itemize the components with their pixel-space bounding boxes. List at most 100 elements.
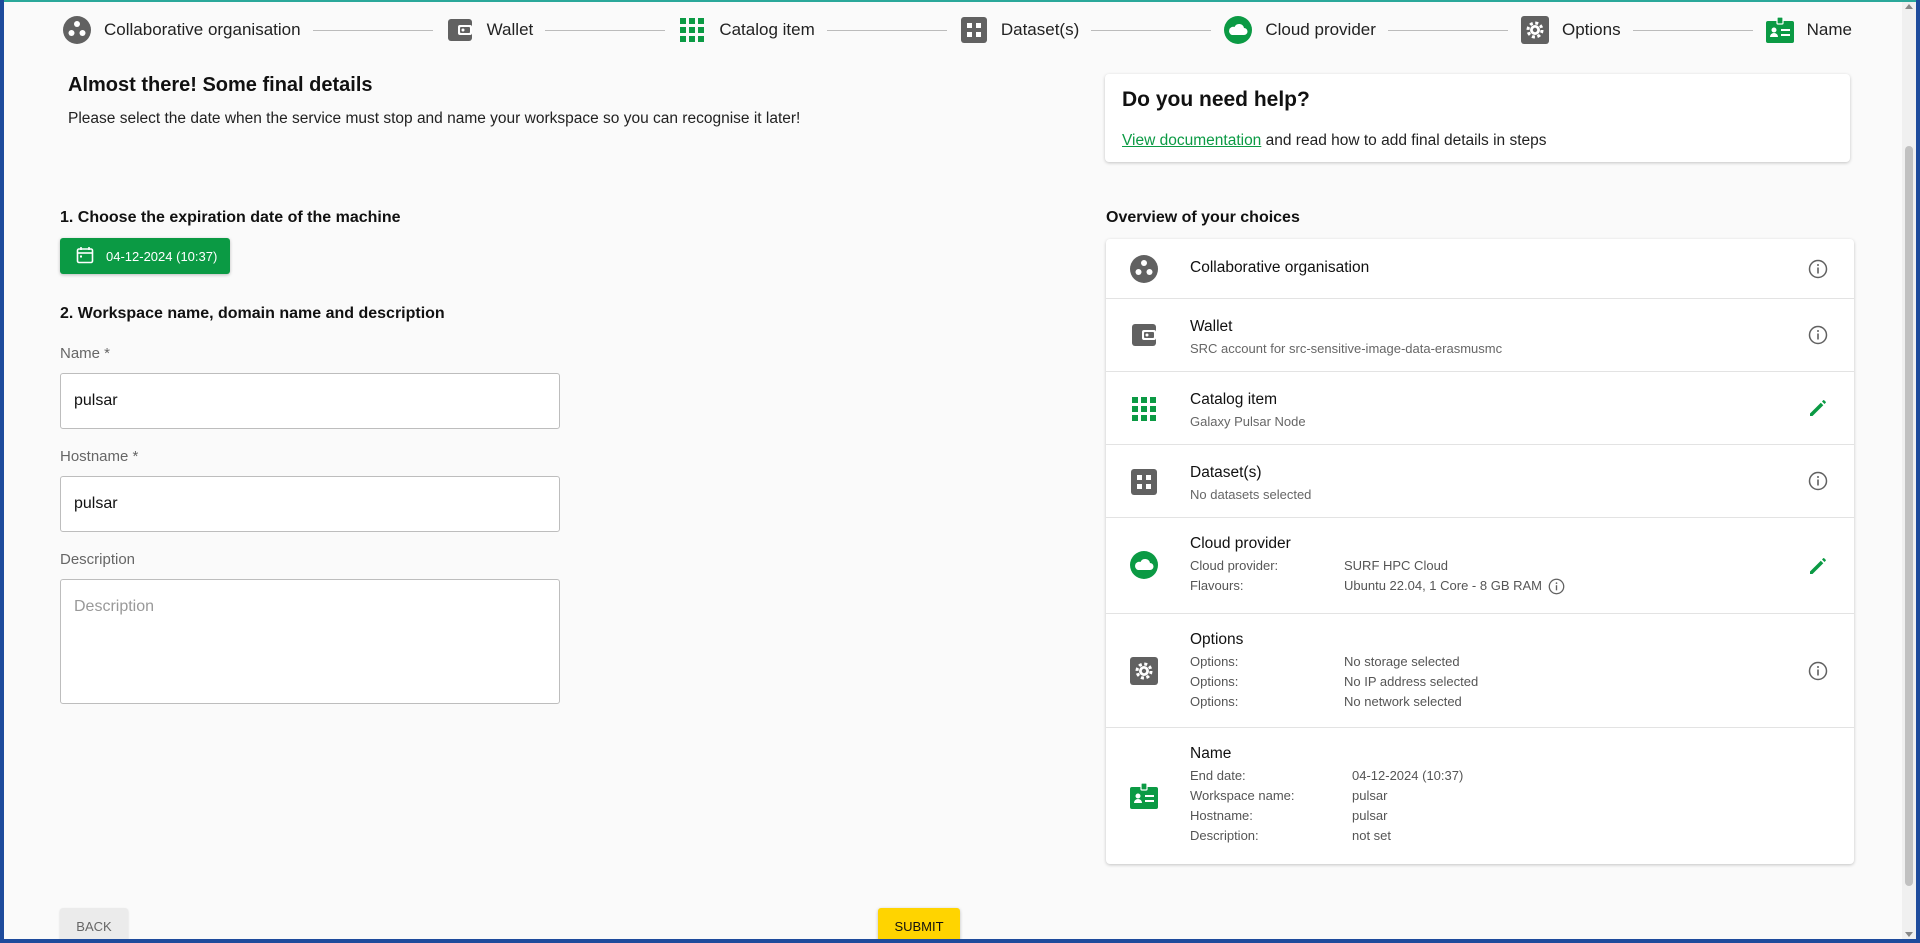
overview-wallet-value: SRC account for src-sensitive-image-data… <box>1190 341 1503 356</box>
edit-pencil-icon[interactable] <box>1806 396 1830 420</box>
info-icon[interactable] <box>1806 469 1830 493</box>
wallet-icon <box>445 15 475 45</box>
overview-collab-name: Collaborative organisation <box>1190 259 1370 276</box>
expiration-section-title: 1. Choose the expiration date of the mac… <box>60 209 401 226</box>
options-key: Options: <box>1190 654 1239 669</box>
step-catalog-item[interactable]: Catalog item <box>677 15 815 45</box>
step-connector <box>1387 29 1508 31</box>
overview-row-wallet: Wallet SRC account for src-sensitive-ima… <box>1106 299 1854 372</box>
hostname-input[interactable] <box>60 476 560 532</box>
end-date-row: End date: 04-12-2024 (10:37) <box>1190 766 1463 786</box>
overview-datasets-value: No datasets selected <box>1190 487 1312 502</box>
app-frame: Collaborative organisation Wallet Catalo… <box>4 0 1916 939</box>
step-connector <box>312 29 433 31</box>
apps-grid-icon <box>677 15 707 45</box>
step-label: Options <box>1561 20 1621 39</box>
overview-row-datasets: Dataset(s) No datasets selected <box>1106 445 1854 518</box>
workspace-name-key: Workspace name: <box>1190 788 1295 803</box>
end-date-key: End date: <box>1190 768 1246 783</box>
info-icon[interactable] <box>1806 323 1830 347</box>
cloud-icon <box>1223 15 1253 45</box>
overview-title: Overview of your choices <box>1106 209 1300 226</box>
end-date-value: 04-12-2024 (10:37) <box>1352 768 1464 783</box>
step-datasets[interactable]: Dataset(s) <box>959 15 1079 45</box>
options-row: Options: No network selected <box>1190 692 1478 712</box>
scroll-down-arrow-icon[interactable] <box>1905 932 1913 937</box>
step-options[interactable]: Options <box>1520 15 1621 45</box>
step-label: Wallet <box>486 20 534 39</box>
cloud-icon <box>1129 550 1159 580</box>
info-icon[interactable] <box>1806 257 1830 281</box>
cloud-provider-key: Cloud provider: <box>1190 558 1279 573</box>
step-connector <box>1091 29 1212 31</box>
cloud-provider-value: SURF HPC Cloud <box>1344 558 1449 573</box>
hostname-row: Hostname: pulsar <box>1190 806 1463 826</box>
badge-icon <box>1765 15 1795 45</box>
dataset-grid-icon <box>1129 467 1159 497</box>
description-textarea[interactable] <box>60 579 560 704</box>
back-button[interactable]: Back <box>60 908 128 939</box>
overview-catalog-value: Galaxy Pulsar Node <box>1190 414 1306 429</box>
options-key: Options: <box>1190 694 1239 709</box>
info-icon[interactable] <box>1548 578 1565 595</box>
wallet-icon <box>1129 320 1159 350</box>
expiration-date-button[interactable]: 04-12-2024 (10:37) <box>60 238 230 274</box>
page-title: Almost there! Some final details <box>68 74 373 96</box>
help-title: Do you need help? <box>1122 88 1310 111</box>
step-label: Cloud provider <box>1265 20 1376 39</box>
overview-row-catalog: Catalog item Galaxy Pulsar Node <box>1106 372 1854 445</box>
submit-button[interactable]: Submit <box>878 908 960 939</box>
help-description: and read how to add final details in ste… <box>1261 132 1547 149</box>
step-connector <box>545 29 666 31</box>
options-key: Options: <box>1190 674 1239 689</box>
overview-wallet-name: Wallet <box>1190 318 1233 335</box>
calendar-icon <box>76 246 106 267</box>
hostname-key: Hostname: <box>1190 808 1253 823</box>
options-row: Options: No IP address selected <box>1190 672 1478 692</box>
hostname-label: Hostname * <box>60 448 139 465</box>
workspace-name-value: pulsar <box>1352 788 1388 803</box>
flavours-value: Ubuntu 22.04, 1 Core - 8 GB RAM <box>1344 578 1542 593</box>
badge-icon <box>1129 781 1159 811</box>
overview-card: Collaborative organisation Wallet SRC ac… <box>1106 239 1854 864</box>
help-card: Do you need help? View documentation and… <box>1105 74 1850 162</box>
edit-pencil-icon[interactable] <box>1806 554 1830 578</box>
description-label: Description <box>60 551 136 568</box>
description-row: Description: not set <box>1190 826 1463 846</box>
overview-name-name: Name <box>1190 745 1232 762</box>
description-value: not set <box>1352 828 1392 843</box>
group-icon <box>1129 254 1159 284</box>
group-icon <box>62 15 92 45</box>
options-value: No network selected <box>1344 694 1462 709</box>
flavours-row: Flavours: Ubuntu 22.04, 1 Core - 8 GB RA… <box>1190 576 1565 596</box>
step-name[interactable]: Name <box>1765 15 1852 45</box>
overview-options-name: Options <box>1190 631 1244 648</box>
scroll-up-arrow-icon[interactable] <box>1905 4 1913 9</box>
workspace-name-row: Workspace name: pulsar <box>1190 786 1463 806</box>
step-connector <box>826 29 947 31</box>
view-documentation-link[interactable]: View documentation <box>1122 132 1261 149</box>
hostname-value: pulsar <box>1352 808 1388 823</box>
expiration-date-value: 04-12-2024 (10:37) <box>106 248 218 264</box>
vertical-scrollbar[interactable] <box>1902 2 1916 939</box>
step-label: Collaborative organisation <box>104 20 301 39</box>
scrollbar-thumb[interactable] <box>1905 146 1913 886</box>
step-cloud-provider[interactable]: Cloud provider <box>1223 15 1376 45</box>
overview-cloud-name: Cloud provider <box>1190 535 1291 552</box>
overview-row-options: Options Options: No storage selected Opt… <box>1106 614 1854 728</box>
options-value: No IP address selected <box>1344 674 1479 689</box>
step-label: Catalog item <box>719 20 815 39</box>
gear-icon <box>1129 656 1159 686</box>
name-input[interactable] <box>60 373 560 429</box>
overview-row-name: Name End date: 04-12-2024 (10:37) Worksp… <box>1106 728 1854 864</box>
gear-icon <box>1520 15 1550 45</box>
step-collaborative-organisation[interactable]: Collaborative organisation <box>62 15 301 45</box>
stepper: Collaborative organisation Wallet Catalo… <box>62 12 1852 48</box>
info-icon[interactable] <box>1806 659 1830 683</box>
step-label: Dataset(s) <box>1000 20 1080 39</box>
page-subtitle: Please select the date when the service … <box>68 110 801 127</box>
apps-grid-icon <box>1129 394 1159 424</box>
dataset-grid-icon <box>959 15 989 45</box>
step-wallet[interactable]: Wallet <box>445 15 534 45</box>
cloud-provider-row: Cloud provider: SURF HPC Cloud <box>1190 556 1565 576</box>
